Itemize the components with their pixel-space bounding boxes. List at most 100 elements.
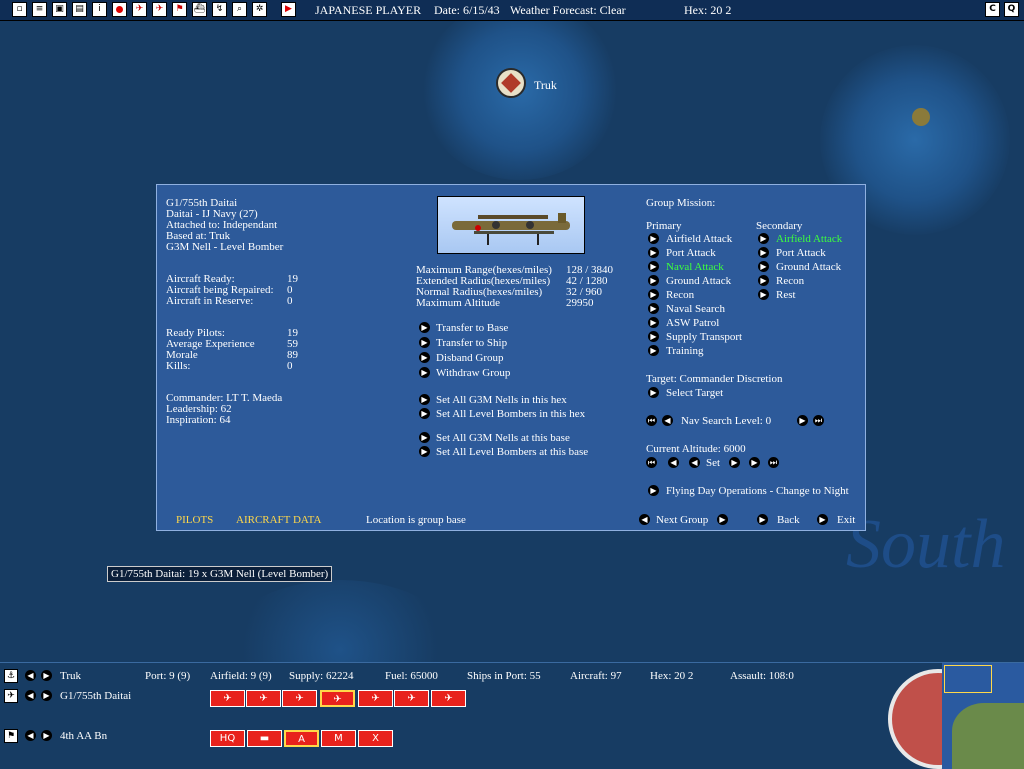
plane-alt-icon[interactable]: ✈ [152,2,167,17]
set-altitude-button[interactable]: Set [706,457,720,469]
secondary-mission-item[interactable]: Ground Attack [776,261,841,273]
arrow-right-icon[interactable]: ▶ [648,387,659,398]
arrow-right-icon[interactable]: ▶ [419,408,430,419]
arrow-right-icon[interactable]: ▶ [758,275,769,286]
arrow-right-fast-icon[interactable]: ▶ [749,457,760,468]
back-button[interactable]: Back [777,514,800,526]
arrow-right-icon[interactable]: ▶ [758,289,769,300]
zoom-icon[interactable]: ⌕ [232,2,247,17]
arrow-right-icon[interactable]: ▶ [648,485,659,496]
settings-icon[interactable]: ✲ [252,2,267,17]
plane-icon[interactable]: ✈ [431,690,466,707]
plane-red-icon[interactable]: ✈ [132,2,147,17]
transfer-ship-button[interactable]: Transfer to Ship [436,337,507,349]
primary-mission-item[interactable]: Recon [666,289,694,301]
primary-mission-item[interactable]: Training [666,345,704,357]
plane-icon[interactable]: ✈ [210,690,245,707]
exit-button[interactable]: Exit [837,514,855,526]
primary-mission-item[interactable]: Supply Transport [666,331,742,343]
arrow-right-icon[interactable]: ▶ [758,233,769,244]
tab-pilots[interactable]: PILOTS [176,514,213,526]
secondary-mission-item[interactable]: Rest [776,289,796,301]
primary-mission-item[interactable]: Port Attack [666,247,716,259]
aa-unit-icon[interactable]: A [284,730,319,747]
arrow-right-icon[interactable]: ▶ [648,289,659,300]
transfer-base-button[interactable]: Transfer to Base [436,322,508,334]
info-icon[interactable]: i [92,2,107,17]
arrow-left-fast-icon[interactable]: ◀ [668,457,679,468]
arrow-first-icon[interactable]: ⏮ [646,415,657,426]
route-icon[interactable]: ↯ [212,2,227,17]
cross-unit-icon[interactable]: X [358,730,393,747]
arrow-right-icon[interactable]: ▶ [419,446,430,457]
flag-icon[interactable]: ⚑ [4,729,18,743]
save-icon[interactable]: ▤ [72,2,87,17]
plane-icon[interactable]: ✈ [246,690,281,707]
infantry-unit-icon[interactable]: ▬ [247,730,282,747]
secondary-mission-item[interactable]: Recon [776,275,804,287]
window-icon[interactable]: ▫ [12,2,27,17]
arrow-left-icon[interactable]: ◀ [25,730,36,741]
set-nells-hex-button[interactable]: Set All G3M Nells in this hex [436,394,567,406]
arrow-right-icon[interactable]: ▶ [648,261,659,272]
arrow-left-icon[interactable]: ◀ [689,457,700,468]
set-nells-base-button[interactable]: Set All G3M Nells at this base [436,432,570,444]
viewport-frame[interactable] [944,665,992,693]
plane-icon[interactable]: ✈ [358,690,393,707]
flag-marker-icon[interactable]: ⚑ [172,2,187,17]
arrow-right-icon[interactable]: ▶ [758,247,769,258]
plane-selected-icon[interactable]: ✈ [320,690,355,707]
arrow-right-icon[interactable]: ▶ [758,261,769,272]
primary-mission-item[interactable]: Airfield Attack [666,233,732,245]
arrow-right-icon[interactable]: ▶ [41,730,52,741]
arrow-right-icon[interactable]: ▶ [648,331,659,342]
arrow-right-icon[interactable]: ▶ [648,303,659,314]
withdraw-group-button[interactable]: Withdraw Group [436,367,510,379]
arrow-last-icon[interactable]: ⏭ [813,415,824,426]
q-button[interactable]: Q [1004,2,1019,17]
arrow-left-icon[interactable]: ◀ [25,670,36,681]
arrow-right-icon[interactable]: ▶ [419,337,430,348]
end-turn-icon[interactable]: ▶ [281,2,296,17]
secondary-mission-item-selected[interactable]: Airfield Attack [776,233,842,245]
arrow-right-icon[interactable]: ▶ [419,352,430,363]
engineer-unit-icon[interactable]: M [321,730,356,747]
flying-ops-button[interactable]: Flying Day Operations - Change to Night [666,485,849,497]
arrow-right-icon[interactable]: ▶ [648,247,659,258]
arrow-left-icon[interactable]: ◀ [662,415,673,426]
air-group-name[interactable]: G1/755th Daitai [60,690,131,702]
arrow-right-icon[interactable]: ▶ [648,233,659,244]
primary-mission-item[interactable]: Ground Attack [666,275,731,287]
tab-aircraft-data[interactable]: AIRCRAFT DATA [236,514,321,526]
hq-unit-icon[interactable]: HQ [210,730,245,747]
primary-mission-item[interactable]: Naval Search [666,303,725,315]
plane-icon[interactable]: ✈ [394,690,429,707]
mini-map[interactable] [942,663,1024,769]
ground-unit-name[interactable]: 4th AA Bn [60,730,107,742]
arrow-right-icon[interactable]: ▶ [419,394,430,405]
anchor-icon[interactable]: ⚓ [4,669,18,683]
island[interactable] [912,108,930,126]
disband-group-button[interactable]: Disband Group [436,352,504,364]
arrow-first-icon[interactable]: ⏮ [646,457,657,468]
secondary-mission-item[interactable]: Port Attack [776,247,826,259]
base-name[interactable]: Truk [60,670,81,682]
arrow-right-icon[interactable]: ▶ [717,514,728,525]
ship-icon[interactable]: ⛴ [192,2,207,17]
set-bombers-base-button[interactable]: Set All Level Bombers at this base [436,446,588,458]
briefcase-icon[interactable]: ▣ [52,2,67,17]
arrow-right-icon[interactable]: ▶ [757,514,768,525]
list-icon[interactable]: ≡ [32,2,47,17]
select-target-button[interactable]: Select Target [666,387,723,399]
arrow-right-icon[interactable]: ▶ [419,367,430,378]
arrow-right-icon[interactable]: ▶ [797,415,808,426]
truk-base-icon[interactable] [496,68,526,98]
arrow-right-icon[interactable]: ▶ [648,345,659,356]
primary-mission-item[interactable]: ASW Patrol [666,317,719,329]
primary-mission-item-selected[interactable]: Naval Attack [666,261,724,273]
arrow-right-icon[interactable]: ▶ [419,322,430,333]
arrow-right-icon[interactable]: ▶ [648,275,659,286]
arrow-right-icon[interactable]: ▶ [729,457,740,468]
arrow-right-icon[interactable]: ▶ [41,670,52,681]
arrow-right-icon[interactable]: ▶ [648,317,659,328]
